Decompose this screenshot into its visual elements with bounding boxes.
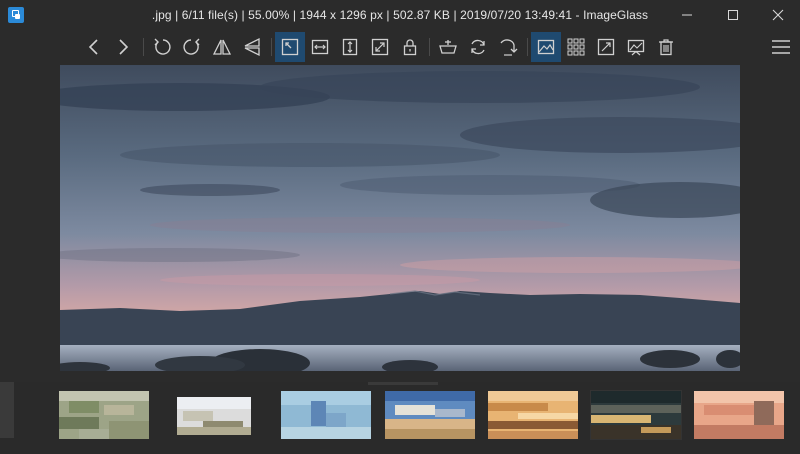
refresh-button[interactable] — [463, 32, 493, 62]
minimize-icon — [682, 14, 692, 16]
thumbnail-item-selected[interactable] — [590, 390, 682, 440]
thumbnail-image — [163, 391, 267, 439]
chevron-right-icon — [119, 39, 129, 55]
scale-height-icon — [342, 38, 358, 56]
delete-button[interactable] — [651, 32, 681, 62]
thumbnail-image — [591, 391, 681, 439]
checkerboard-button[interactable] — [561, 32, 591, 62]
zoom-to-fit-button[interactable] — [365, 32, 395, 62]
thumbnail-image — [385, 391, 475, 439]
thumbnail-item[interactable] — [385, 391, 475, 439]
toolbar-separator — [429, 38, 430, 56]
close-button[interactable] — [755, 0, 800, 30]
lake-sunset-photo — [60, 65, 740, 371]
lock-zoom-button[interactable] — [395, 32, 425, 62]
trash-icon — [659, 39, 673, 56]
auto-zoom-button[interactable] — [275, 32, 305, 62]
flip-horizontal-icon — [212, 39, 232, 55]
zoom-to-height-button[interactable] — [335, 32, 365, 62]
rotate-right-icon — [183, 38, 200, 55]
minimize-button[interactable] — [664, 0, 710, 30]
toolbar-separator — [527, 38, 528, 56]
slideshow-icon — [627, 39, 645, 56]
thumbnail-item[interactable] — [59, 391, 149, 439]
thumbnail-image — [281, 391, 371, 439]
displayed-image[interactable] — [60, 65, 740, 371]
maximize-button[interactable] — [710, 0, 756, 30]
lock-icon — [403, 39, 417, 56]
flip-horizontal-button[interactable] — [207, 32, 237, 62]
thumbnail-item[interactable] — [694, 391, 784, 439]
maximize-icon — [728, 10, 738, 20]
rotate-left-icon — [154, 38, 171, 55]
hamburger-menu-icon — [772, 40, 790, 54]
title-bar: .jpg | 6/11 file(s) | 55.00% | 1944 x 12… — [0, 0, 800, 30]
thumbnail-bar — [0, 382, 800, 454]
thumbnail-scrollbar[interactable] — [368, 382, 438, 385]
thumbnail-bar-button[interactable] — [531, 32, 561, 62]
chevron-left-icon — [88, 39, 98, 55]
next-image-button[interactable] — [108, 32, 138, 62]
scale-width-icon — [311, 39, 329, 55]
thumbnail-image — [488, 391, 578, 439]
toolbar-separator — [143, 38, 144, 56]
auto-zoom-icon — [281, 38, 299, 56]
rotate-right-button[interactable] — [177, 32, 207, 62]
main-menu-button[interactable] — [766, 32, 796, 62]
slideshow-button[interactable] — [621, 32, 651, 62]
thumbnail-scroll-left[interactable] — [0, 382, 14, 438]
main-toolbar — [0, 30, 800, 64]
scale-fit-icon — [371, 38, 389, 56]
thumbnail-item[interactable] — [281, 391, 371, 439]
flip-vertical-icon — [244, 37, 260, 57]
rotate-left-button[interactable] — [147, 32, 177, 62]
goto-icon — [500, 39, 518, 56]
refresh-icon — [471, 39, 485, 55]
fullscreen-icon — [597, 38, 615, 56]
goto-image-button[interactable] — [493, 32, 523, 62]
thumbnail-item[interactable] — [488, 391, 578, 439]
thumbnail-bar-icon — [537, 39, 555, 55]
zoom-to-width-button[interactable] — [305, 32, 335, 62]
open-with-button[interactable] — [433, 32, 463, 62]
thumbnail-image — [694, 391, 784, 439]
thumbnail-image — [59, 391, 149, 439]
flip-vertical-button[interactable] — [237, 32, 267, 62]
previous-image-button[interactable] — [79, 32, 109, 62]
close-icon — [772, 9, 784, 21]
image-viewer[interactable] — [0, 64, 800, 382]
thumbnail-item[interactable] — [163, 391, 267, 439]
toolbar-separator — [271, 38, 272, 56]
fullscreen-button[interactable] — [591, 32, 621, 62]
grid-icon — [567, 38, 585, 56]
open-with-icon — [439, 40, 457, 54]
